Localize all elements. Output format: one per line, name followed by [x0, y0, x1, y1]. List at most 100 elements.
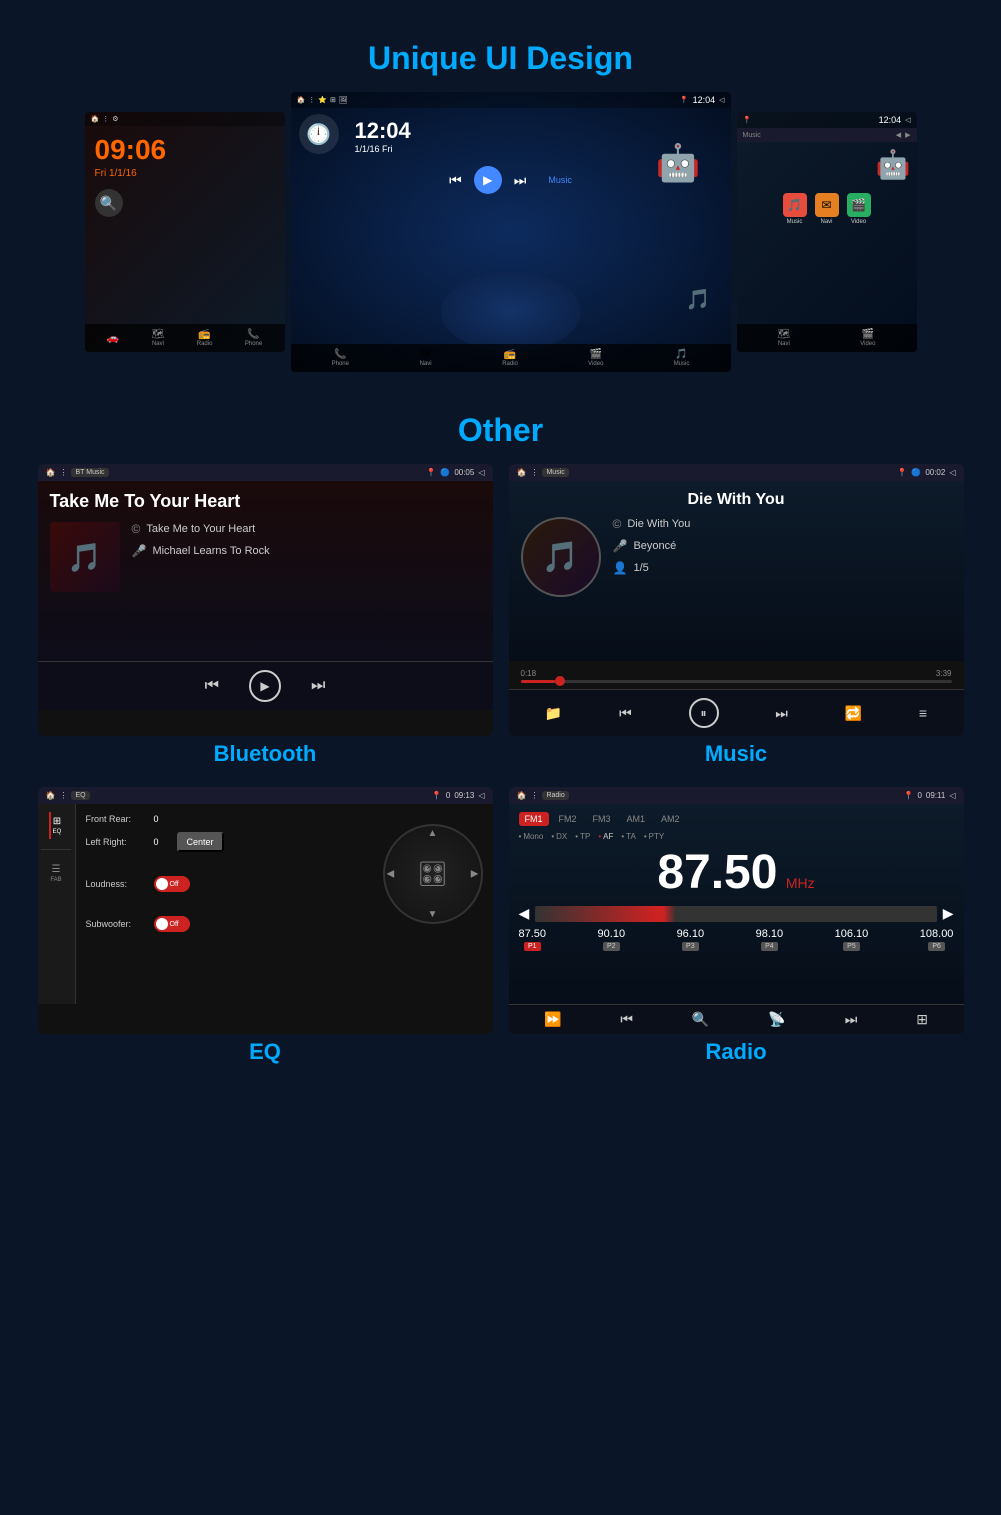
nav-music-2[interactable]: 🎵 Music — [674, 349, 690, 367]
radio-slider-row: ◀ ▶ — [519, 905, 954, 922]
radio-slider-bar[interactable] — [535, 906, 936, 922]
eq-tab-eq[interactable]: ⊞ EQ — [49, 812, 64, 839]
radio-preset-1[interactable]: 87.50 P1 — [519, 928, 547, 951]
eq-center-button[interactable]: Center — [177, 832, 224, 852]
clock-big-2: 12:04 — [347, 114, 419, 144]
music-label: Music — [705, 741, 767, 766]
radio-preset-3[interactable]: 96.10 P3 — [677, 928, 705, 951]
eq-arrow-down[interactable]: ▼ — [428, 909, 438, 920]
eq-front-rear-row: Front Rear: 0 — [86, 814, 371, 824]
radio-frequency: 87.50 — [657, 846, 777, 899]
screenshots-row: 🏠 ⋮ ⚙ 09:06 Fri 1/1/16 🔍 🚗 🗺 Navi — [21, 92, 981, 372]
radio-tab-am1[interactable]: AM1 — [621, 812, 652, 826]
music-time: 00:02 — [925, 468, 945, 477]
app-music-3[interactable]: 🎵 Music — [783, 193, 807, 225]
nav-navi-2[interactable]: 🗺 Navi — [419, 349, 432, 367]
radio-antenna-btn[interactable]: 📡 — [768, 1011, 785, 1028]
radio-preset-2[interactable]: 90.10 P2 — [598, 928, 626, 951]
bt-artist: Michael Learns To Rock — [152, 545, 269, 557]
radio-preset-freq-1: 87.50 — [519, 928, 547, 940]
radio-scan-btn[interactable]: 🔍 — [692, 1011, 709, 1028]
screen-3: 📍 12:04 ◁ Music ◀▶ 🤖 🎵 — [737, 112, 917, 352]
nav-phone-2[interactable]: 📞 Phone — [332, 349, 349, 367]
music-repeat-btn[interactable]: 🔁 — [845, 705, 862, 722]
radio-tab-fm3[interactable]: FM3 — [587, 812, 617, 826]
panels-row-1: 🏠 ⋮ BT Music 📍 🔵 00:05 ◁ Take Me To Your… — [21, 464, 981, 736]
radio-prev-btn[interactable]: ⏮ — [620, 1011, 633, 1028]
app-video-3[interactable]: 🎬 Video — [847, 193, 871, 225]
radio-slider-fill — [535, 906, 936, 922]
radio-tab-am2[interactable]: AM2 — [655, 812, 686, 826]
bt-album-art: 🎵 — [50, 522, 120, 592]
radio-tab-fm1[interactable]: FM1 — [519, 812, 549, 826]
bt-next-btn[interactable]: ⏭ — [311, 677, 325, 695]
music-next-btn[interactable]: ⏭ — [775, 705, 788, 722]
radio-unit: MHz — [786, 875, 815, 891]
eq-tab-fab[interactable]: ☰ FAB — [48, 860, 63, 887]
music-statusbar: 🏠 ⋮ Music 📍 🔵 00:02 ◁ — [509, 464, 964, 481]
bt-song-title: Take Me To Your Heart — [50, 491, 481, 512]
radio-preset-4[interactable]: 98.10 P4 — [756, 928, 784, 951]
bt-play-btn[interactable]: ▶ — [249, 670, 281, 702]
play-btn-2[interactable]: ▶ — [474, 166, 502, 194]
music-controls: 📁 ⏮ ⏸ ⏭ 🔁 ≡ — [509, 689, 964, 736]
screen-1: 🏠 ⋮ ⚙ 09:06 Fri 1/1/16 🔍 🚗 🗺 Navi — [85, 112, 285, 352]
nav-navi-3[interactable]: 🗺 Navi — [778, 329, 791, 347]
music-artist: Beyoncé — [633, 540, 676, 552]
radio-next-btn[interactable]: ⏭ — [845, 1011, 858, 1028]
nav-video-2[interactable]: 🎬 Video — [588, 349, 603, 367]
eq-label-cell: EQ — [38, 1039, 493, 1065]
labels-row-1: Bluetooth Music — [21, 741, 981, 767]
eq-arrow-right[interactable]: ▶ — [471, 869, 479, 880]
eq-body: ⊞ EQ ☰ FAB Front Rear: 0 Left Right: — [38, 804, 493, 1004]
radio-preset-freq-2: 90.10 — [598, 928, 626, 940]
prev-btn-2[interactable]: ⏮ — [449, 172, 462, 189]
eq-loudness-knob — [156, 878, 168, 890]
eq-subwoofer-toggle[interactable]: Off — [154, 916, 190, 932]
nav-item-navi-1[interactable]: 🗺 Navi — [152, 329, 165, 347]
music-progress-thumb — [555, 676, 565, 686]
nav-radio-2[interactable]: 📻 Radio — [502, 349, 518, 367]
eq-arrow-left[interactable]: ◀ — [387, 869, 395, 880]
eq-subwoofer-value: Off — [170, 921, 179, 928]
music-list-btn[interactable]: ≡ — [919, 705, 927, 721]
eq-left-right-row: Left Right: 0 Center — [86, 832, 371, 852]
radio-tune-right[interactable]: ▶ — [943, 905, 954, 922]
eq-panel: 🏠 ⋮ EQ 📍 0 09:13 ◁ ⊞ EQ ☰ FAB — [38, 787, 493, 1034]
search-icon[interactable]: 🔍 — [95, 189, 123, 217]
screen3-time: 12:04 — [879, 115, 902, 125]
eq-loudness-toggle[interactable]: Off — [154, 876, 190, 892]
eq-arrow-up[interactable]: ▲ — [428, 828, 438, 839]
nav-video-3[interactable]: 🎬 Video — [860, 329, 875, 347]
app-grid-3: 🎵 Music ✉ Navi 🎬 Video — [737, 187, 917, 231]
music-song-title: Die With You — [521, 491, 952, 509]
radio-preset-6[interactable]: 108.00 P6 — [920, 928, 954, 951]
radio-panel: 🏠 ⋮ Radio 📍 0 09:11 ◁ FM1 FM2 FM3 AM1 AM… — [509, 787, 964, 1034]
radio-preset-freq-4: 98.10 — [756, 928, 784, 940]
radio-tab-fm2[interactable]: FM2 — [553, 812, 583, 826]
music-progress-bar[interactable] — [521, 680, 952, 683]
bt-prev-btn[interactable]: ⏮ — [205, 677, 219, 695]
app-send-3[interactable]: ✉ Navi — [815, 193, 839, 225]
radio-preset-5[interactable]: 106.10 P5 — [835, 928, 869, 951]
nav-item-radio-1[interactable]: 📻 Radio — [197, 329, 213, 347]
music-label-2: Music — [548, 175, 572, 185]
nav-bar-2: 📞 Phone 🗺 Navi 📻 Radio 🎬 Video 🎵 — [291, 344, 731, 372]
radio-eq-btn[interactable]: ⊞ — [916, 1011, 928, 1028]
eq-loudness-row: Loudness: Off — [86, 876, 371, 892]
music-play-btn[interactable]: ⏸ — [689, 698, 719, 728]
music-folder-btn[interactable]: 📁 — [545, 705, 562, 722]
eq-dial[interactable]: ▲ ▼ ◀ ▶ 🎛 — [383, 824, 483, 924]
music-prev-btn[interactable]: ⏮ — [619, 705, 632, 722]
nav-item-phone-1[interactable]: 📞 Phone — [245, 329, 262, 347]
nav-bar-3: 🗺 Navi 🎬 Video — [737, 324, 917, 352]
music-time-row: 0:18 3:39 — [521, 667, 952, 680]
eq-main-content: Front Rear: 0 Left Right: 0 Center Loudn… — [76, 804, 493, 1004]
music-progress-fill — [521, 680, 555, 683]
radio-ff-btn[interactable]: ⏩ — [544, 1011, 561, 1028]
radio-tune-left[interactable]: ◀ — [519, 905, 530, 922]
next-btn-2[interactable]: ⏭ — [514, 172, 527, 189]
nav-item-car[interactable]: 🚗 — [107, 333, 119, 344]
radio-preset-badge-2: P2 — [603, 942, 620, 951]
nav-bar-1: 🚗 🗺 Navi 📻 Radio 📞 Phone — [85, 324, 285, 352]
